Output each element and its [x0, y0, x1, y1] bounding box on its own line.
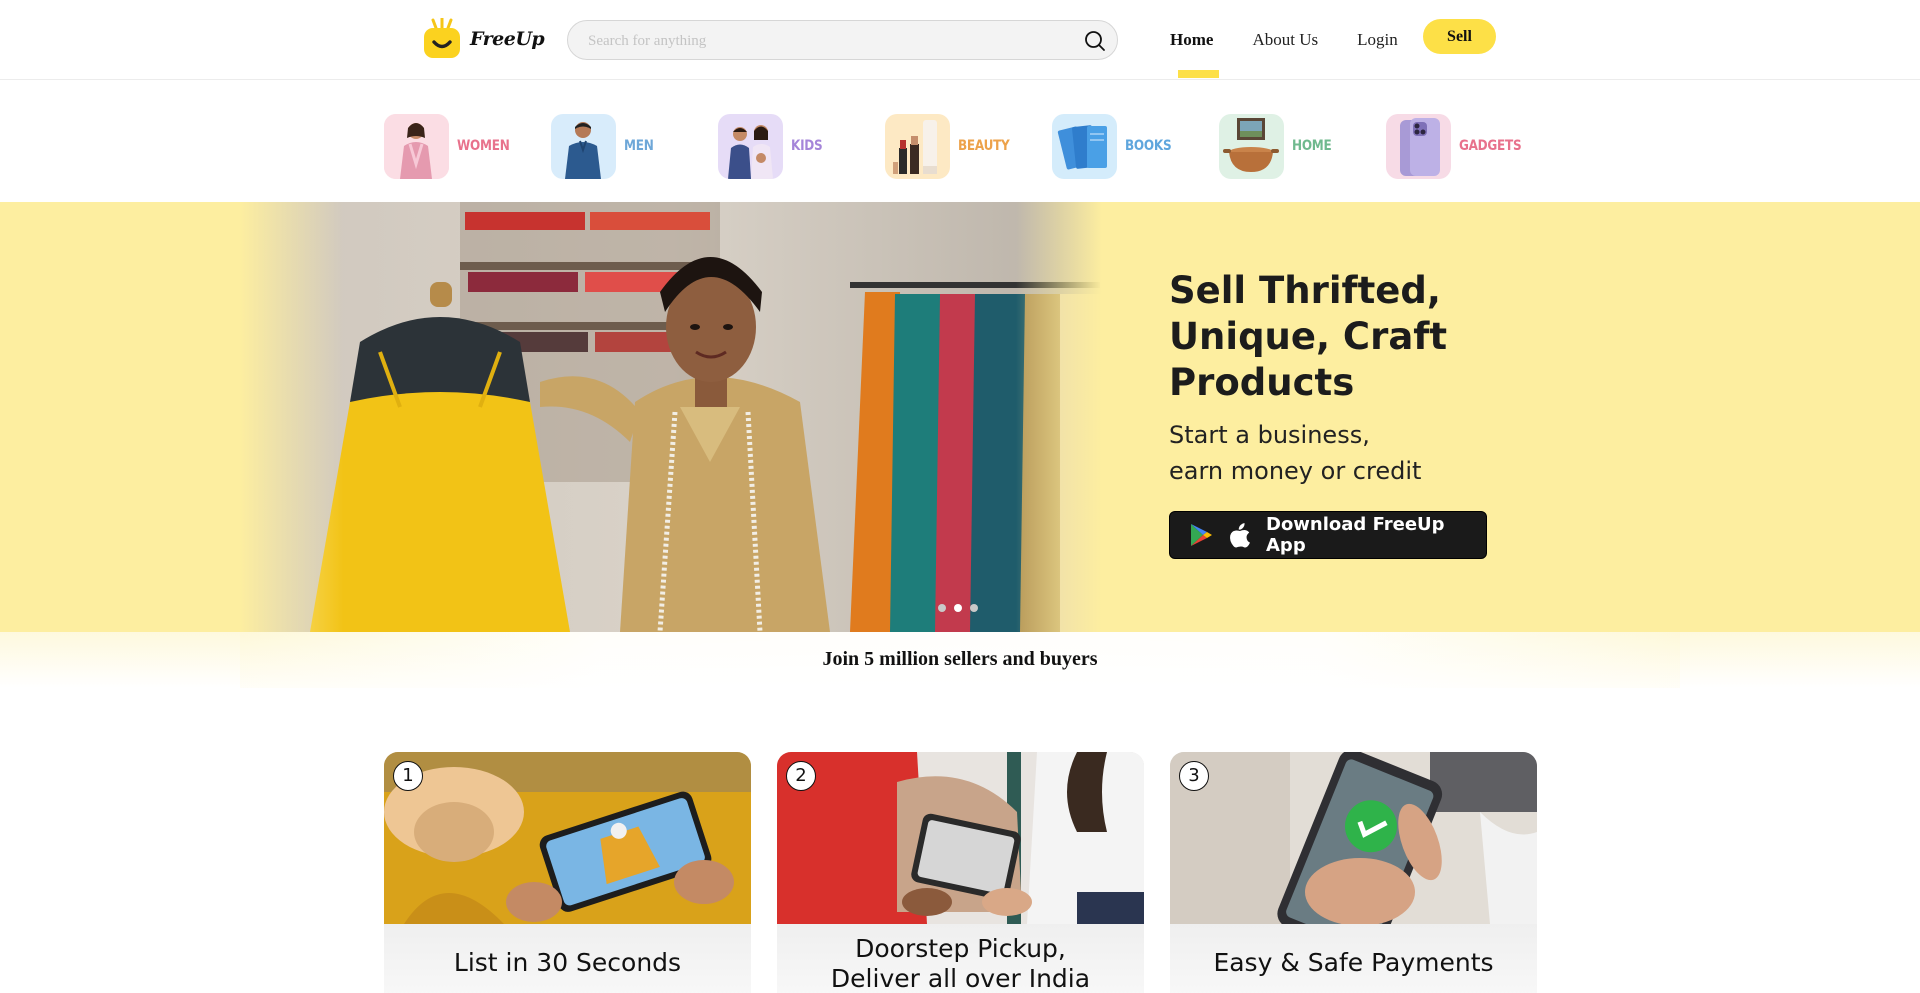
category-kids-thumb: [718, 113, 783, 179]
hero-subtitle: Start a business, earn money or credit: [1169, 417, 1589, 489]
carousel-dot-3[interactable]: [970, 604, 978, 612]
category-books-thumb: [1052, 113, 1117, 179]
category-gadgets-thumb: [1386, 113, 1451, 179]
hero-subtitle-line-1: Start a business,: [1169, 421, 1370, 449]
category-gadgets[interactable]: GADGETS: [1386, 113, 1532, 179]
carousel-dot-2[interactable]: [954, 604, 962, 612]
step-3-image: [1170, 752, 1537, 959]
step-2-image: [777, 752, 1144, 924]
category-home-label: HOME: [1292, 138, 1332, 154]
nav-home[interactable]: Home: [1170, 0, 1220, 80]
step-2-title: Doorstep Pickup, Deliver all over India: [831, 934, 1090, 993]
google-play-icon: [1188, 522, 1214, 548]
category-women-thumb: [384, 113, 449, 179]
search-icon[interactable]: [1083, 29, 1107, 53]
nav-login[interactable]: Login: [1357, 0, 1398, 80]
search-input[interactable]: [588, 30, 1058, 52]
join-text: Join 5 million sellers and buyers: [822, 648, 1098, 670]
category-beauty-label: BEAUTY: [958, 138, 1010, 154]
main-nav: Home About Us Login: [1170, 0, 1437, 80]
category-men[interactable]: MEN: [551, 113, 658, 179]
step-2-title-line-2: Deliver all over India: [830, 964, 1091, 993]
nav-about-us[interactable]: About Us: [1252, 0, 1318, 80]
download-app-button[interactable]: Download FreeUp App: [1169, 511, 1487, 559]
freeup-logo[interactable]: FreeUp: [422, 16, 545, 60]
category-gadgets-label: GADGETS: [1459, 138, 1522, 154]
carousel-dot-1[interactable]: [938, 604, 946, 612]
carousel-dots: [938, 604, 978, 612]
step-1-number: 1: [393, 761, 423, 791]
category-beauty-thumb: [885, 113, 950, 179]
freeup-logo-icon: [422, 16, 462, 60]
hero-subtitle-line-2: earn money or credit: [1169, 457, 1422, 485]
apple-icon: [1228, 522, 1252, 548]
category-beauty[interactable]: BEAUTY: [885, 113, 1018, 179]
hero-title: Sell Thrifted, Unique, Craft Products: [1169, 269, 1448, 404]
category-women-label: WOMEN: [457, 138, 510, 154]
category-books-label: BOOKS: [1125, 138, 1172, 154]
step-1-caption: List in 30 Seconds: [384, 924, 751, 993]
category-men-thumb: [551, 113, 616, 179]
step-1-image: [384, 752, 751, 924]
step-card-3: 3 Easy & Safe Payments: [1170, 752, 1537, 993]
category-women[interactable]: WOMEN: [384, 113, 518, 179]
step-1-title: List in 30 Seconds: [453, 948, 682, 977]
logo-text: FreeUp: [470, 28, 545, 50]
hero-banner: Sell Thrifted, Unique, Craft Products St…: [0, 202, 1920, 632]
category-books[interactable]: BOOKS: [1052, 113, 1179, 179]
search-bar: [567, 20, 1118, 60]
site-header: FreeUp Home About Us Login Sell: [0, 0, 1920, 80]
step-2-title-line-1: Doorstep Pickup,: [855, 934, 1066, 963]
step-card-1: 1 List in 30 Seconds: [384, 752, 751, 993]
sell-button[interactable]: Sell: [1423, 19, 1496, 54]
hero-image: [240, 202, 1102, 632]
step-3-caption: Easy & Safe Payments: [1170, 924, 1537, 993]
step-2-caption: Doorstep Pickup, Deliver all over India: [777, 924, 1144, 993]
category-home-thumb: [1219, 113, 1284, 179]
step-card-2: 2 Doorstep Pickup, Deliver all over Indi…: [777, 752, 1144, 993]
category-kids-label: KIDS: [791, 138, 823, 154]
step-3-number: 3: [1179, 761, 1209, 791]
step-2-number: 2: [786, 761, 816, 791]
category-kids[interactable]: KIDS: [718, 113, 828, 179]
category-men-label: MEN: [624, 138, 654, 154]
category-home[interactable]: HOME: [1219, 113, 1338, 179]
download-app-label: Download FreeUp App: [1266, 514, 1445, 556]
step-3-title: Easy & Safe Payments: [1213, 948, 1494, 977]
